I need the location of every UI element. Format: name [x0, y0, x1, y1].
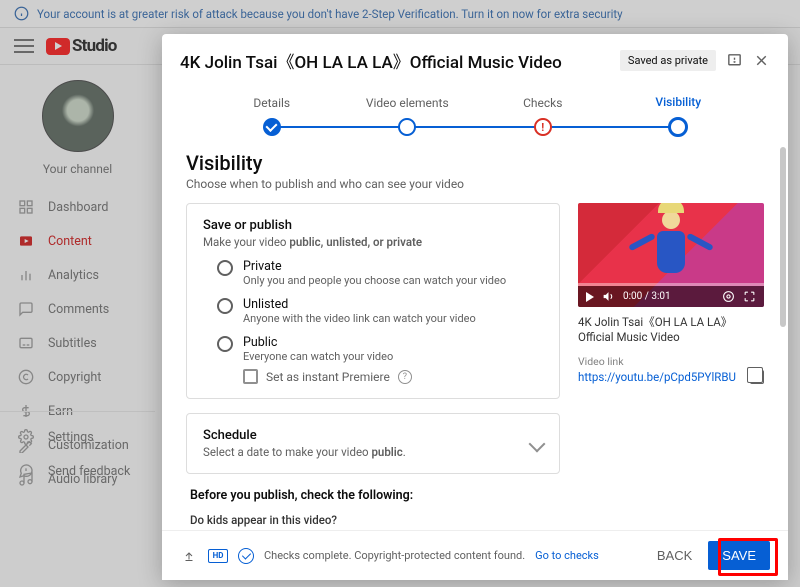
video-link-label: Video link — [578, 355, 764, 368]
scrollbar[interactable] — [780, 147, 786, 327]
chevron-down-icon — [529, 435, 546, 452]
video-details-modal: 4K Jolin Tsai《OH LA LA LA》Official Music… — [162, 34, 788, 580]
progress-bar[interactable] — [578, 283, 764, 286]
check-complete-icon — [238, 548, 254, 564]
hd-badge-icon: HD — [208, 549, 228, 563]
modal-header: 4K Jolin Tsai《OH LA LA LA》Official Music… — [162, 34, 788, 79]
go-to-checks-link[interactable]: Go to checks — [535, 549, 599, 562]
volume-icon[interactable] — [602, 290, 615, 303]
saved-status-badge: Saved as private — [620, 50, 716, 71]
modal-body: Visibility Choose when to publish and wh… — [162, 143, 788, 530]
step-dot-warning-icon: ! — [534, 118, 552, 136]
save-button[interactable]: SAVE — [708, 541, 770, 570]
publish-subtext: Make your video public, unlisted, or pri… — [203, 235, 543, 249]
visibility-subtext: Choose when to publish and who can see y… — [186, 177, 764, 191]
schedule-heading: Schedule — [203, 428, 406, 443]
save-or-publish-card: Save or publish Make your video public, … — [186, 203, 560, 399]
player-controls: 0:00 / 3:01 — [578, 286, 764, 307]
step-dot-icon — [398, 118, 416, 136]
settings-icon[interactable] — [722, 290, 735, 303]
play-icon[interactable] — [586, 292, 594, 302]
schedule-subtext: Select a date to make your video public. — [203, 445, 406, 459]
video-preview-pane: 0:00 / 3:01 4K Jolin Tsai《OH LA LA LA》Of… — [578, 203, 764, 530]
schedule-card[interactable]: Schedule Select a date to make your vide… — [186, 413, 560, 474]
step-checks[interactable]: Checks ! — [475, 96, 611, 136]
player-time: 0:00 / 3:01 — [623, 291, 671, 302]
copy-icon[interactable] — [750, 370, 764, 384]
step-visibility[interactable]: Visibility — [611, 95, 747, 137]
stepper: Details Video elements Checks ! Visibili… — [162, 79, 788, 143]
back-button[interactable]: BACK — [647, 542, 702, 569]
before-heading: Before you publish, check the following: — [190, 488, 556, 503]
close-icon[interactable] — [753, 52, 770, 69]
video-preview[interactable]: 0:00 / 3:01 — [578, 203, 764, 307]
radio-icon — [217, 336, 233, 352]
visibility-heading: Visibility — [186, 151, 764, 175]
visibility-option-unlisted[interactable]: Unlisted Anyone with the video link can … — [217, 297, 543, 325]
instant-premiere-checkbox[interactable]: Set as instant Premiere ? — [243, 369, 543, 384]
step-dot-active-icon — [668, 117, 688, 137]
step-details[interactable]: Details — [204, 96, 340, 136]
before-publish-section: Before you publish, check the following:… — [186, 488, 560, 530]
radio-icon — [217, 298, 233, 314]
kids-question: Do kids appear in this video? — [190, 513, 556, 527]
feedback-icon[interactable] — [726, 52, 743, 69]
modal-title: 4K Jolin Tsai《OH LA LA LA》Official Music… — [180, 48, 610, 73]
help-icon[interactable]: ? — [398, 370, 412, 384]
checks-status-text: Checks complete. Copyright-protected con… — [264, 549, 525, 562]
visibility-option-private[interactable]: Private Only you and people you choose c… — [217, 259, 543, 287]
publish-heading: Save or publish — [203, 218, 543, 233]
modal-footer: HD Checks complete. Copyright-protected … — [162, 530, 788, 580]
fullscreen-icon[interactable] — [743, 290, 756, 303]
visibility-option-public[interactable]: Public Everyone can watch your video — [217, 335, 543, 363]
radio-icon — [217, 260, 233, 276]
preview-video-title: 4K Jolin Tsai《OH LA LA LA》Official Music… — [578, 315, 764, 345]
video-link[interactable]: https://youtu.be/pCpd5PYlRBU — [578, 370, 736, 384]
upload-complete-icon — [180, 550, 198, 562]
step-dot-done-icon — [263, 118, 281, 136]
step-video-elements[interactable]: Video elements — [340, 96, 476, 136]
checkbox-icon — [243, 369, 258, 384]
